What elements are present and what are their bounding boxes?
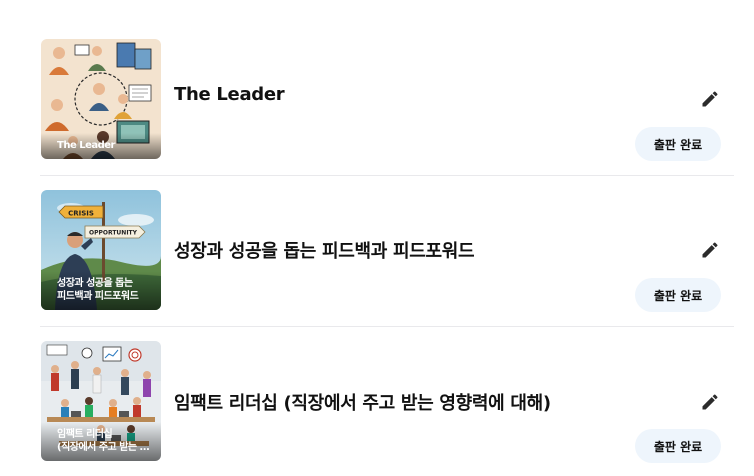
cover-caption-line: (직장에서 주고 받는 영향력에 대해) [57,442,153,453]
edit-button[interactable] [699,391,721,413]
cover-caption: The Leader [41,133,161,159]
cover-sign-opportunity: OPPORTUNITY [89,230,138,237]
cover-caption: 성장과 성공을 돕는 피드백과 피드포워드 [41,271,161,310]
cover-caption-line: 임팩트 리더십 [57,429,113,440]
cover-caption-line: 성장과 성공을 돕는 [57,278,133,289]
published-status-button[interactable]: 출판 완료 [635,127,721,161]
cover-caption: 임팩트 리더십 (직장에서 주고 받는 영향력에 대해) [41,422,161,461]
book-title[interactable]: 성장과 성공을 돕는 피드백과 피드포워드 [174,237,475,263]
book-cover-image[interactable]: The Leader [41,39,161,159]
cover-caption-line: The Leader [57,140,115,151]
book-title[interactable]: The Leader [174,84,285,105]
pencil-icon [702,394,718,410]
book-row: The Leader The Leader 출판 완료 [40,24,734,175]
book-row: CRISIS OPPORTUNITY 성장과 성공을 돕는 피드백과 피드포워드… [40,175,734,326]
cover-caption-line: 피드백과 피드포워드 [57,291,139,302]
book-cover-image[interactable]: 임팩트 리더십 (직장에서 주고 받는 영향력에 대해) [41,341,161,461]
pencil-icon [702,242,718,258]
book-title[interactable]: 임팩트 리더십 (직장에서 주고 받는 영향력에 대해) [174,389,551,415]
cover-sign-crisis: CRISIS [68,210,94,218]
book-cover-image[interactable]: CRISIS OPPORTUNITY 성장과 성공을 돕는 피드백과 피드포워드 [41,190,161,310]
edit-button[interactable] [699,239,721,261]
published-status-button[interactable]: 출판 완료 [635,278,721,312]
pencil-icon [702,91,718,107]
book-list: The Leader The Leader 출판 완료 CRISIS OPPOR… [0,0,754,476]
edit-button[interactable] [699,88,721,110]
published-status-button[interactable]: 출판 완료 [635,429,721,463]
book-row: 임팩트 리더십 (직장에서 주고 받는 영향력에 대해) 임팩트 리더십 (직장… [40,326,734,476]
